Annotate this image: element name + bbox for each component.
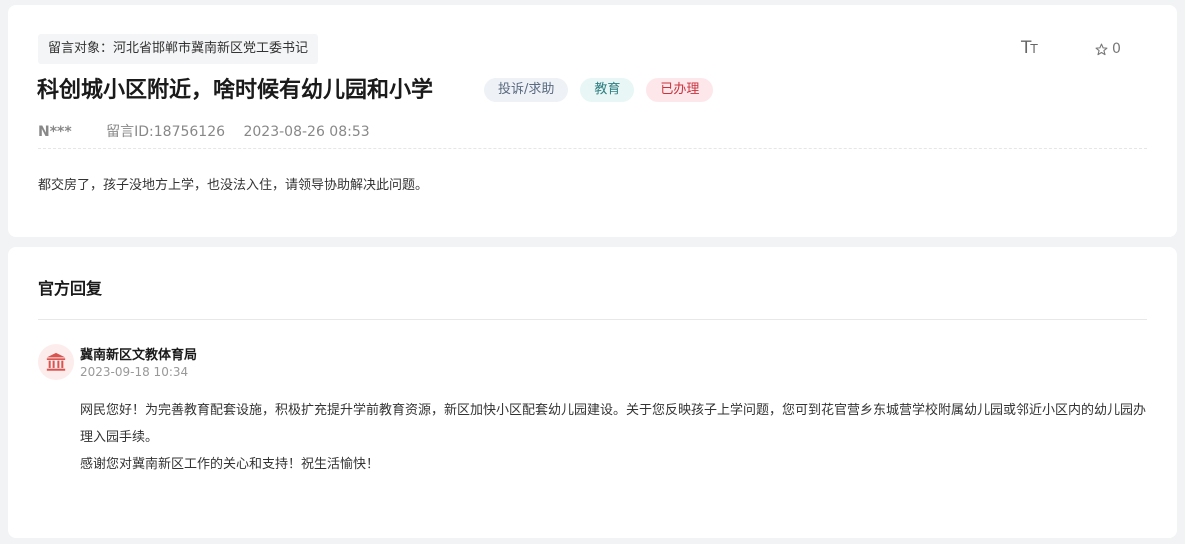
divider <box>38 319 1147 320</box>
font-size-icon[interactable]: TT <box>1021 38 1038 58</box>
divider <box>38 148 1147 149</box>
message-datetime: 2023-08-26 08:53 <box>243 124 370 140</box>
reply-org-name: 冀南新区文教体育局 <box>80 348 198 363</box>
message-title: 科创城小区附近，啥时候有幼儿园和小学 <box>37 78 434 103</box>
reply-card: 官方回复 冀南新区文教体育局 2023-09-18 10:34 网民您好！为完善… <box>8 247 1177 538</box>
reply-body: 网民您好！为完善教育配套设施，积极扩充提升学前教育资源，新区加快小区配套幼儿园建… <box>80 397 1150 478</box>
message-card: 留言对象：河北省邯郸市冀南新区党工委书记 TT 0 科创城小区附近，啥时候有幼儿… <box>8 5 1177 237</box>
star-count: 0 <box>1112 41 1121 57</box>
message-tags: 投诉/求助 教育 已办理 <box>484 78 714 102</box>
message-content: 都交房了，孩子没地方上学，也没法入住，请领导协助解决此问题。 <box>38 178 429 193</box>
reply-paragraph: 感谢您对冀南新区工作的关心和支持！祝生活愉快！ <box>80 457 380 472</box>
font-size-label-small: T <box>1030 42 1037 56</box>
institution-icon <box>46 352 66 371</box>
author-name: N*** <box>38 124 72 140</box>
tag-category[interactable]: 投诉/求助 <box>484 78 569 102</box>
reply-heading: 官方回复 <box>38 279 103 298</box>
avatar <box>38 344 74 380</box>
reply-datetime: 2023-09-18 10:34 <box>80 365 189 379</box>
favorite-button[interactable]: 0 <box>1095 41 1121 57</box>
tag-field[interactable]: 教育 <box>580 78 635 102</box>
reply-paragraph: 网民您好！为完善教育配套设施，积极扩充提升学前教育资源，新区加快小区配套幼儿园建… <box>80 403 1147 445</box>
message-meta: N*** 留言ID:18756126 2023-08-26 08:53 <box>38 121 370 141</box>
star-icon <box>1095 43 1108 55</box>
status-badge: 已办理 <box>646 78 714 102</box>
message-id: 留言ID:18756126 <box>106 124 226 140</box>
message-target: 留言对象：河北省邯郸市冀南新区党工委书记 <box>38 34 319 64</box>
font-size-label-big: T <box>1021 38 1031 58</box>
